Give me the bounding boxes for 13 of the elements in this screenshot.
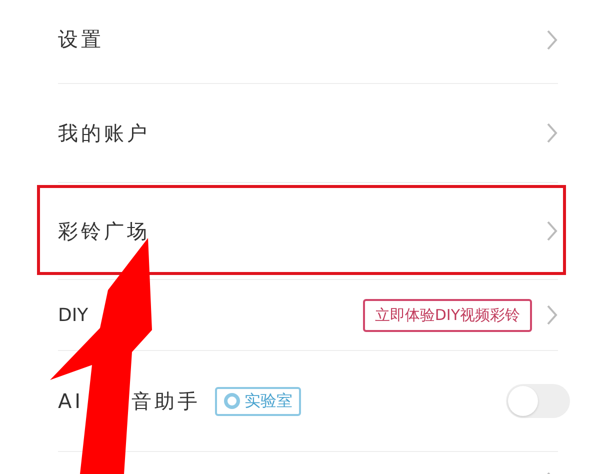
- menu-label[interactable]: DIY: [58, 304, 88, 326]
- chevron-right-icon: [546, 220, 558, 242]
- menu-label[interactable]: 我的账户: [58, 120, 150, 146]
- chevron-right-icon: [546, 304, 558, 326]
- menu-label[interactable]: 设置: [58, 26, 104, 53]
- menu-label[interactable]: 彩铃广场: [58, 218, 150, 244]
- toggle-switch[interactable]: [506, 384, 570, 418]
- chevron-right-icon: [546, 28, 558, 50]
- promo-badge[interactable]: 立即体验DIY视频彩铃: [362, 298, 532, 332]
- menu-label: AI: [58, 389, 84, 413]
- chevron-right-icon: [546, 122, 558, 144]
- lab-tag: 实验室: [214, 386, 301, 416]
- menu-label: 音助手: [132, 388, 201, 414]
